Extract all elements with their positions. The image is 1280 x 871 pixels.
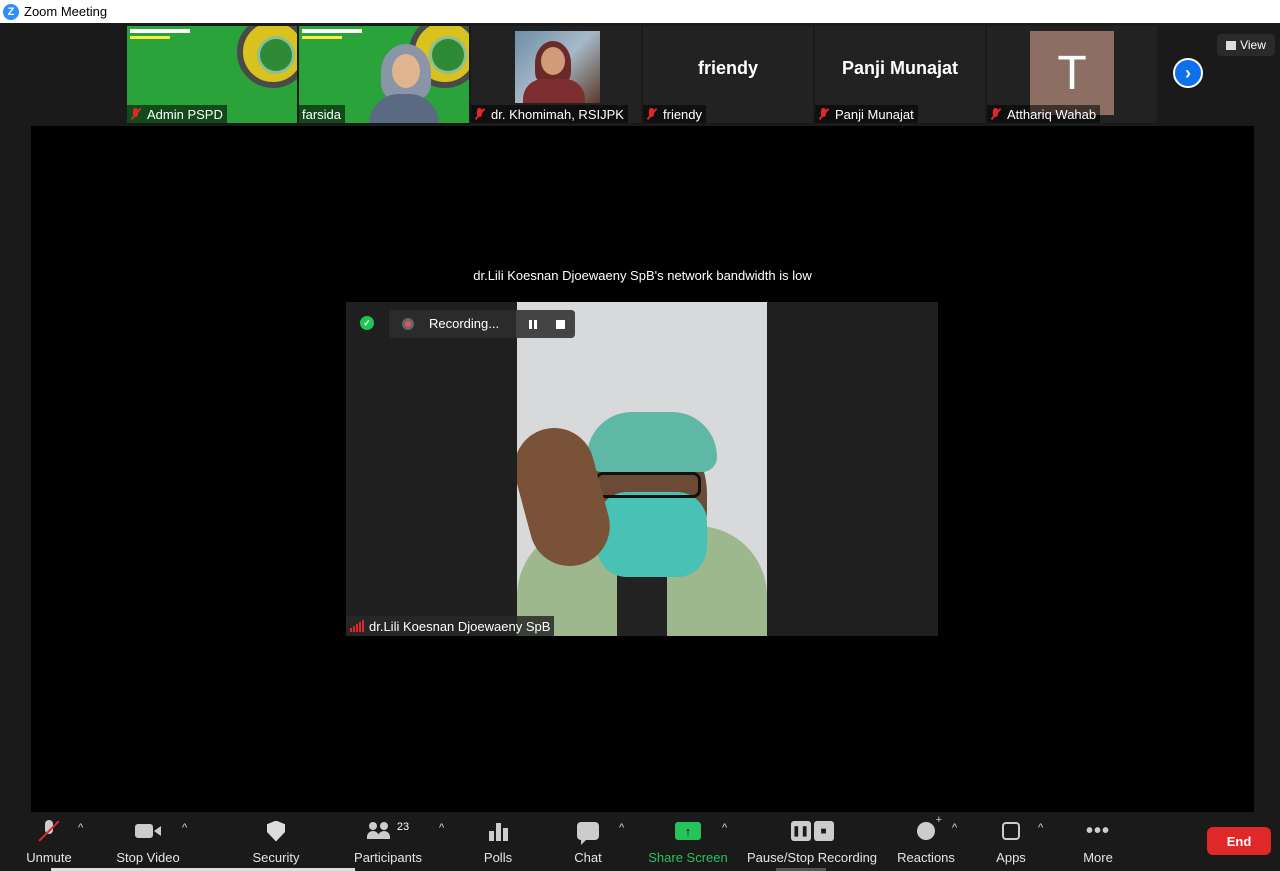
security-label: Security — [252, 850, 300, 865]
apps-label: Apps — [996, 850, 1026, 865]
participant-name: dr. Khomimah, RSIJPK — [491, 106, 624, 122]
participant-name-label: Atthariq Wahab — [987, 105, 1101, 123]
chat-options-caret-icon[interactable]: ^ — [619, 822, 624, 834]
share-screen-icon: ↑ — [675, 822, 701, 840]
participant-name: Admin PSPD — [147, 106, 223, 122]
participants-options-caret-icon[interactable]: ^ — [439, 822, 444, 834]
speaker-name-label: dr.Lili Koesnan Djoewaeny SpB — [346, 616, 555, 636]
recording-label: Recording... — [429, 316, 500, 331]
participant-name-label: Admin PSPD — [127, 105, 227, 123]
view-grid-icon — [1226, 40, 1237, 50]
main-stage: dr.Lili Koesnan Djoewaeny SpB's network … — [31, 126, 1254, 812]
share-screen-label: Share Screen — [648, 850, 728, 865]
banner-text-lines — [302, 36, 342, 39]
participant-display-name: friendy — [697, 58, 758, 78]
end-meeting-button[interactable]: End — [1207, 827, 1271, 855]
participant-tile[interactable]: farsida — [299, 26, 469, 123]
stop-video-label: Stop Video — [116, 850, 180, 865]
stop-video-button[interactable]: Stop Video — [113, 812, 183, 871]
participant-name: farsida — [302, 106, 342, 122]
more-label: More — [1083, 850, 1113, 865]
active-speaker-video[interactable]: ✓ Recording... dr.Lili Koesnan Djoewaeny… — [346, 302, 938, 636]
speaker-name: dr.Lili Koesnan Djoewaeny SpB — [369, 618, 551, 634]
participants-icon — [366, 822, 393, 840]
apps-button[interactable]: Apps — [993, 812, 1029, 871]
security-button[interactable]: Security — [248, 812, 304, 871]
polls-button[interactable]: Polls — [478, 812, 518, 871]
recording-indicator: Recording... — [389, 310, 575, 338]
reactions-button[interactable]: Reactions — [896, 812, 956, 871]
pause-recording-button[interactable] — [529, 320, 538, 329]
avatar: T — [1030, 31, 1114, 115]
mic-muted-icon — [646, 108, 658, 120]
recording-controls — [516, 310, 575, 338]
participants-button[interactable]: 23 Participants — [352, 812, 424, 871]
more-button[interactable]: ••• More — [1078, 812, 1118, 871]
apps-options-caret-icon[interactable]: ^ — [1038, 822, 1043, 834]
encryption-shield-icon[interactable]: ✓ — [360, 316, 374, 330]
participant-video — [369, 44, 439, 123]
chat-button[interactable]: Chat — [568, 812, 608, 871]
participant-name-label: dr. Khomimah, RSIJPK — [471, 105, 628, 123]
participants-count: 23 — [396, 821, 410, 833]
apps-icon — [1002, 822, 1020, 840]
participant-tile[interactable]: T Atthariq Wahab — [987, 26, 1157, 123]
speaker-camera-feed — [517, 302, 767, 636]
share-options-caret-icon[interactable]: ^ — [722, 822, 727, 834]
participant-tile[interactable]: friendy friendy — [643, 26, 813, 123]
reactions-icon — [917, 814, 942, 840]
participant-name: Atthariq Wahab — [1007, 106, 1097, 122]
mic-muted-icon — [42, 820, 56, 842]
video-camera-icon — [135, 823, 161, 839]
more-icon: ••• — [1085, 819, 1110, 842]
chat-label: Chat — [574, 850, 602, 865]
next-page-button[interactable]: › — [1173, 58, 1203, 88]
participant-name-label: Panji Munajat — [815, 105, 918, 123]
chevron-right-icon: › — [1185, 62, 1191, 83]
participant-name: friendy — [663, 106, 703, 122]
recording-dot-icon — [402, 318, 414, 330]
window-title: Zoom Meeting — [24, 4, 108, 19]
stop-recording-button[interactable] — [556, 320, 565, 329]
unmute-label: Unmute — [26, 850, 72, 865]
bandwidth-notice: dr.Lili Koesnan Djoewaeny SpB's network … — [473, 268, 812, 283]
view-button[interactable]: View — [1217, 34, 1275, 56]
reactions-options-caret-icon[interactable]: ^ — [952, 822, 957, 834]
window-titlebar: Z Zoom Meeting — [0, 0, 1280, 23]
mic-muted-icon — [990, 108, 1002, 120]
unmute-button[interactable]: Unmute — [24, 812, 74, 871]
participant-name: Panji Munajat — [835, 106, 914, 122]
pause-stop-recording-button[interactable]: ❚❚ ■ Pause/Stop Recording — [747, 812, 877, 871]
polls-icon — [488, 821, 508, 841]
participant-tile[interactable]: Admin PSPD — [127, 26, 297, 123]
participant-name-label: friendy — [643, 105, 707, 123]
zoom-logo-icon: Z — [3, 3, 19, 20]
reactions-label: Reactions — [897, 850, 955, 865]
polls-label: Polls — [483, 850, 513, 865]
banner-text-lines — [302, 29, 362, 33]
chat-icon — [577, 822, 599, 845]
participant-tile[interactable]: dr. Khomimah, RSIJPK — [471, 26, 641, 123]
view-label: View — [1240, 38, 1266, 52]
banner-text-lines — [130, 29, 190, 33]
participant-tile[interactable]: Panji Munajat Panji Munajat — [815, 26, 985, 123]
mic-muted-icon — [818, 108, 830, 120]
pause-stop-recording-icon: ❚❚ ■ — [790, 821, 834, 841]
video-options-caret-icon[interactable]: ^ — [182, 822, 187, 834]
signal-bars-icon — [350, 620, 364, 632]
pause-stop-recording-label: Pause/Stop Recording — [746, 850, 878, 865]
participant-strip: Admin PSPD farsida dr. Khomimah, RSIJPK … — [0, 23, 1280, 126]
university-seal-icon — [237, 26, 297, 88]
participant-display-name: Panji Munajat — [841, 58, 958, 78]
mic-muted-icon — [474, 108, 486, 120]
participant-video — [515, 31, 600, 103]
share-screen-button[interactable]: ↑ Share Screen — [648, 812, 728, 871]
audio-options-caret-icon[interactable]: ^ — [78, 822, 83, 834]
mic-muted-icon — [130, 108, 142, 120]
shield-icon — [267, 820, 285, 842]
meeting-toolbar: Unmute ^ Stop Video ^ Security 23 Partic… — [0, 812, 1280, 871]
participant-name-label: farsida — [299, 105, 346, 123]
participants-label: Participants — [354, 850, 422, 865]
banner-text-lines — [130, 36, 170, 39]
